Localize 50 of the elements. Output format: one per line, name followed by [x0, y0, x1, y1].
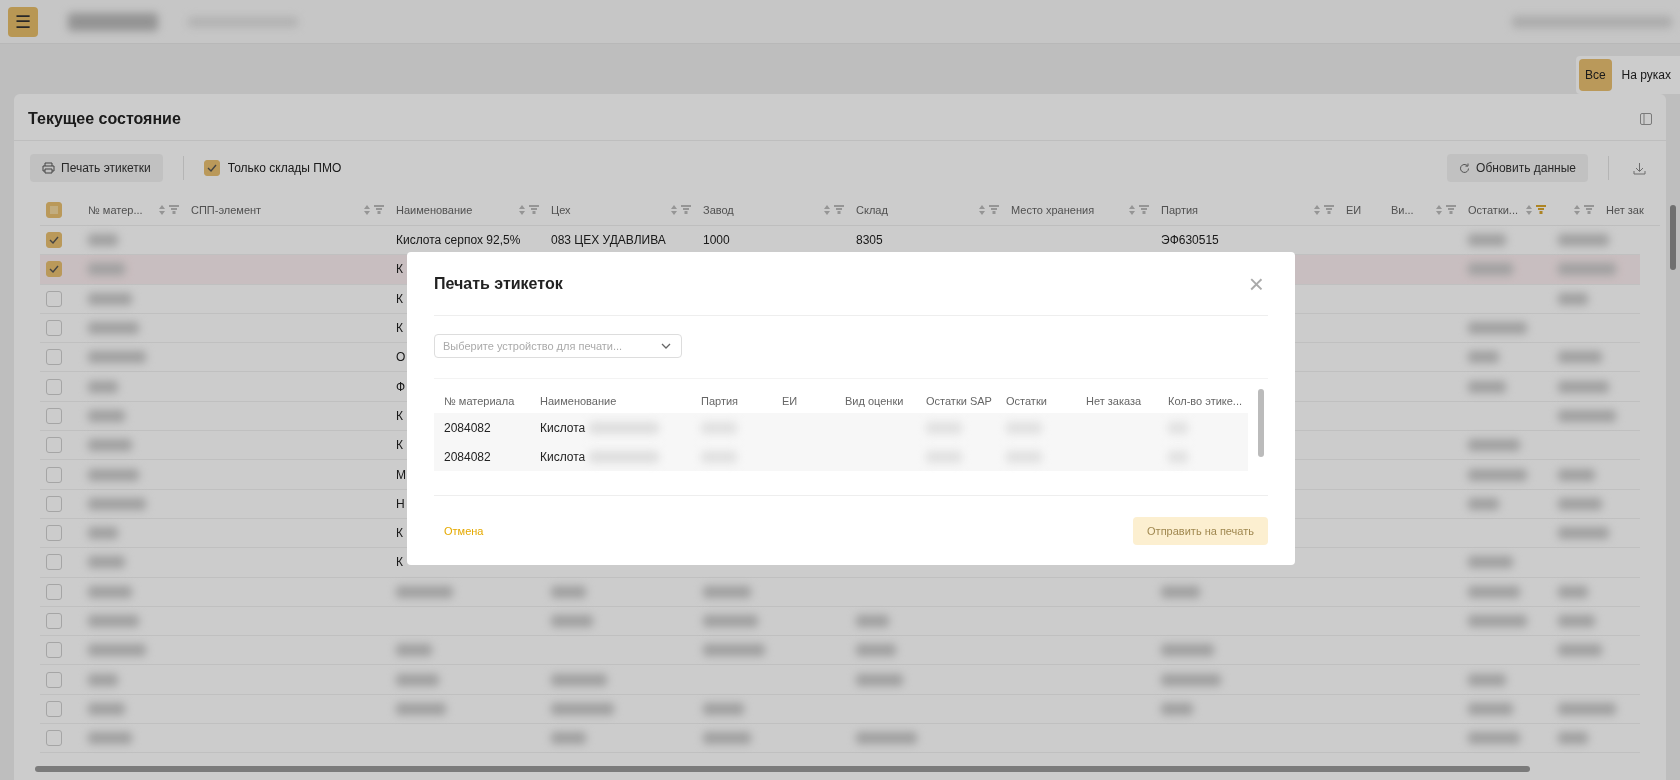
column-header: Партия [701, 395, 739, 407]
column-header[interactable]: ЕИ [1346, 203, 1379, 216]
column-header[interactable]: Партия [1161, 203, 1310, 216]
table-cell: 1000 [703, 233, 730, 248]
table-cell: 2084082 [444, 449, 491, 464]
refresh-button[interactable]: Обновить данные [1447, 154, 1588, 182]
column-header: Остатки [1006, 395, 1047, 407]
card-title: Текущее состояние [28, 110, 181, 128]
column-header[interactable]: Нет зак [1606, 203, 1654, 216]
column-header: Остатки SAP [926, 395, 992, 407]
column-header: Нет заказа [1086, 395, 1142, 407]
column-header: ЕИ [782, 395, 798, 407]
view-tab[interactable]: На руках [1615, 59, 1677, 91]
table-cell: К [396, 321, 403, 336]
column-header[interactable]: Завод [703, 203, 820, 216]
table-cell: Кислота серпох 92,5% [396, 233, 521, 248]
checkbox-label: Только склады ПМО [227, 161, 342, 175]
column-header[interactable]: Наименование [396, 203, 515, 216]
column-header: № материала [444, 395, 515, 407]
table-cell: К [396, 408, 403, 423]
print-labels-button[interactable]: Печать этикетки [30, 154, 163, 182]
menu-button[interactable]: ☰ [8, 6, 38, 37]
table-cell: К [396, 438, 403, 453]
table-cell: Ф [396, 379, 406, 394]
column-header[interactable]: Склад [856, 203, 975, 216]
table-cell: 8305 [856, 233, 883, 248]
column-header[interactable]: Место хранения [1011, 203, 1125, 216]
table-cell: М [396, 467, 406, 482]
column-header: Кол-во этике... [1168, 395, 1243, 407]
table-cell: ЭФ630515 [1161, 233, 1219, 248]
column-header: Вид оценки [845, 395, 904, 407]
table-cell: О [396, 350, 406, 365]
table-cell: Н [396, 496, 405, 511]
column-header[interactable]: № матер... [88, 203, 155, 216]
view-tab[interactable]: Все [1578, 59, 1612, 91]
column-header[interactable]: Цех [551, 203, 667, 216]
column-header[interactable]: Остатки... [1468, 203, 1522, 216]
warehouse-filter-checkbox[interactable]: Только склады ПМО [203, 160, 342, 176]
table-cell: Кислота [540, 449, 586, 464]
table-cell: Кислота [540, 420, 586, 435]
column-header: Наименование [540, 395, 617, 407]
table-cell: К [396, 555, 403, 570]
column-header[interactable]: СПП-элемент [191, 203, 360, 216]
table-cell: 2084082 [444, 420, 491, 435]
table-cell: 083 ЦЕХ УДАВЛИВА [551, 233, 666, 248]
column-header[interactable]: Ви... [1391, 203, 1432, 216]
dialog-title: Печать этикеток [434, 274, 563, 293]
table-cell: К [396, 262, 403, 277]
table-cell: К [396, 291, 403, 306]
table-cell: К [396, 526, 403, 541]
